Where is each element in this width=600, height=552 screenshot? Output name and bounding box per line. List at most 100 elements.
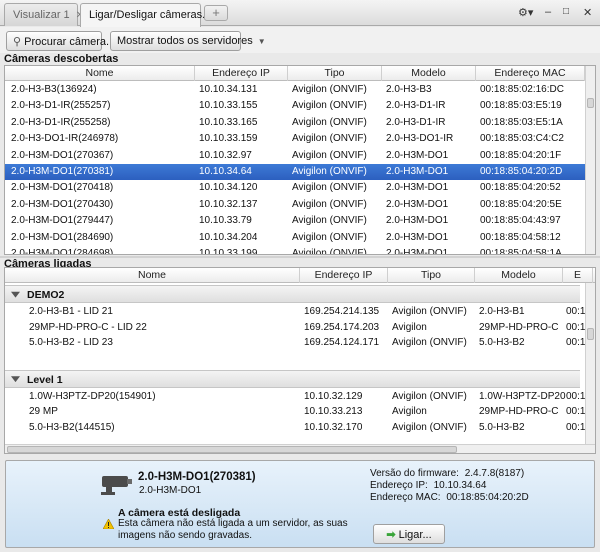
chevron-down-icon[interactable] [11, 291, 20, 298]
table-row[interactable]: 2.0-H3M-DO1(284698) 10.10.33.199 Avigilon … [5, 246, 585, 255]
table-row[interactable]: 2.0-H3M-DO1(270418) 10.10.34.120 Avigilon … [5, 180, 585, 196]
column-ip[interactable]: Endereço IP [195, 66, 288, 81]
table-row[interactable]: 29 MP 10.10.33.213 Avigilon 29MP-HD-PRO-C 00… [5, 404, 586, 420]
cell-type: Avigilon (ONVIF) [292, 182, 367, 194]
camera-details-panel: 2.0-H3M-DO1(270381) 2.0-H3M-DO1 Versão d… [5, 460, 595, 548]
column-name[interactable]: Nome [5, 268, 300, 283]
maximize-icon[interactable]: □ [563, 6, 569, 17]
cell-type: Avigilon (ONVIF) [292, 149, 367, 161]
server-group[interactable]: DEMO2 [5, 285, 580, 303]
camera-model: 2.0-H3M-DO1 [139, 485, 202, 496]
tab-view-1[interactable]: Visualizar 1✕ [4, 3, 84, 26]
firmware-label: Versão do firmware: [370, 468, 459, 479]
show-all-servers-dropdown[interactable]: Mostrar todos os servidores ▼ [110, 31, 266, 51]
cell-type: Avigilon (ONVIF) [292, 100, 367, 112]
table-row[interactable]: 2.0-H3-B3(136924) 10.10.34.131 Avigilon (O… [5, 82, 585, 98]
cell-type: Avigilon (ONVIF) [292, 198, 367, 210]
cell-ip: 10.10.34.120 [199, 182, 258, 194]
scrollbar-thumb[interactable] [587, 328, 594, 340]
cell-type: Avigilon (ONVIF) [292, 248, 367, 255]
cell-mac: 00:18:85:04:58:12 [480, 231, 561, 243]
table-row[interactable]: 2.0-H3-DO1-IR(246978) 10.10.33.159 Avigilo… [5, 131, 585, 147]
cell-ip: 10.10.34.204 [199, 231, 258, 243]
mac-label: Endereço MAC: [370, 492, 441, 503]
cell-ip: 10.10.34.131 [199, 84, 258, 95]
table-row[interactable]: 2.0-H3-D1-IR(255258) 10.10.33.165 Avigilon… [5, 115, 585, 131]
cell-mac: 00:1 [566, 306, 586, 317]
cell-model: 2.0-H3M-DO1 [386, 198, 449, 210]
column-type[interactable]: Tipo [388, 268, 475, 283]
table-row[interactable]: 29MP-HD-PRO-C - LID 22 169.254.174.203 Avi… [5, 320, 586, 336]
cell-ip: 169.254.124.171 [304, 337, 380, 348]
search-icon: ⚲ [13, 36, 22, 48]
discovered-vertical-scrollbar[interactable] [585, 66, 595, 254]
connect-button[interactable]: ➡ Ligar... [373, 524, 445, 544]
cell-ip: 10.10.33.165 [199, 116, 258, 128]
mac-value: 00:18:85:04:20:2D [446, 492, 529, 503]
server-group-name: Level 1 [27, 373, 63, 386]
cell-model: 29MP-HD-PRO-C [479, 321, 559, 333]
scrollbar-thumb[interactable] [587, 98, 594, 108]
column-mac[interactable]: Endereço MAC [476, 66, 585, 81]
cell-mac: 00:1 [566, 337, 586, 348]
table-row[interactable]: 2.0-H3M-DO1(270381) 10.10.34.64 Avigilon (… [5, 164, 585, 180]
column-mac[interactable]: E [563, 268, 593, 283]
cell-ip: 10.10.32.129 [304, 390, 363, 402]
warning-icon [102, 518, 115, 532]
cell-type: Avigilon (ONVIF) [292, 166, 367, 177]
table-row[interactable]: 5.0-H3-B2(144515) 10.10.32.170 Avigilon (O… [5, 420, 586, 436]
cell-type: Avigilon (ONVIF) [292, 116, 367, 128]
table-row[interactable]: 2.0-H3-B1 - LID 21 169.254.214.135 Avigilo… [5, 304, 586, 320]
tab-label: Ligar/Desligar câmeras... [89, 9, 212, 21]
cell-name: 2.0-H3-B3(136924) [11, 84, 97, 95]
cell-mac: 00:1 [566, 406, 586, 417]
search-camera-button[interactable]: ⚲ Procurar câmera... [6, 31, 115, 51]
column-ip[interactable]: Endereço IP [300, 268, 388, 283]
discovered-cameras-title: Câmeras descobertas [4, 53, 119, 65]
cell-mac: 00:18:85:04:20:2D [480, 166, 563, 177]
cell-mac: 00:1 [566, 421, 586, 433]
cell-ip: 10.10.33.199 [199, 248, 258, 255]
column-type[interactable]: Tipo [288, 66, 382, 81]
cell-name: 2.0-H3M-DO1(279447) [11, 215, 114, 227]
cell-ip: 10.10.33.213 [304, 406, 363, 417]
cell-model: 2.0-H3-B1 [479, 306, 525, 317]
add-tab-button[interactable]: + [204, 5, 228, 21]
cell-mac: 00:1 [566, 321, 586, 333]
cell-model: 2.0-H3-D1-IR [386, 116, 446, 128]
gear-icon[interactable]: ⚙▾ [518, 6, 533, 19]
cell-ip: 10.10.32.97 [199, 149, 252, 161]
cell-name: 2.0-H3M-DO1(270418) [11, 182, 114, 194]
tab-connect-cameras[interactable]: Ligar/Desligar câmeras...✕ [80, 3, 226, 27]
column-model[interactable]: Modelo [475, 268, 563, 283]
table-row[interactable]: 1.0W-H3PTZ-DP20(154901) 10.10.32.129 Avigi… [5, 389, 585, 405]
connected-horizontal-scrollbar[interactable] [5, 444, 595, 453]
discovered-cameras-table: Nome Endereço IP Tipo Modelo Endereço MA… [4, 65, 596, 255]
minimize-icon[interactable]: – [545, 6, 551, 18]
table-row[interactable]: 2.0-H3M-DO1(270367) 10.10.32.97 Avigilon (… [5, 148, 585, 164]
table-row[interactable]: 5.0-H3-B2 - LID 23 169.254.124.171 Avigilo… [5, 335, 586, 351]
firmware-value: 2.4.7.8(8187) [464, 468, 525, 479]
table-row[interactable]: 2.0-H3M-DO1(284690) 10.10.34.204 Avigilon … [5, 230, 585, 246]
table-row[interactable]: 2.0-H3M-DO1(279447) 10.10.33.79 Avigilon (… [5, 213, 585, 229]
cell-mac: 00:18:85:03:E5:19 [480, 100, 562, 112]
server-group[interactable]: Level 1 [5, 369, 580, 388]
search-camera-label: Procurar câmera... [24, 36, 116, 48]
chevron-down-icon[interactable] [11, 376, 20, 383]
cell-model: 1.0W-H3PTZ-DP20 [479, 390, 566, 402]
scrollbar-thumb[interactable] [7, 446, 457, 453]
table-row[interactable]: 2.0-H3-D1-IR(255257) 10.10.33.155 Avigilon… [5, 98, 585, 114]
camera-icon [100, 472, 134, 503]
cell-ip: 10.10.33.155 [199, 100, 258, 112]
toolbar: ⚲ Procurar câmera... Mostrar todos os se… [0, 27, 600, 53]
cell-type: Avigilon (ONVIF) [392, 306, 467, 317]
cell-mac: 00:18:85:03:E5:1A [480, 116, 563, 128]
server-group-name: DEMO2 [27, 289, 65, 301]
table-row[interactable]: 2.0-H3M-DO1(270430) 10.10.32.137 Avigilon … [5, 197, 585, 213]
close-window-icon[interactable]: ✕ [583, 6, 592, 19]
cell-type: Avigilon [392, 321, 427, 333]
connected-vertical-scrollbar[interactable] [585, 283, 595, 444]
column-name[interactable]: Nome [5, 66, 195, 81]
column-model[interactable]: Modelo [382, 66, 476, 81]
cell-model: 2.0-H3-D1-IR [386, 100, 446, 112]
